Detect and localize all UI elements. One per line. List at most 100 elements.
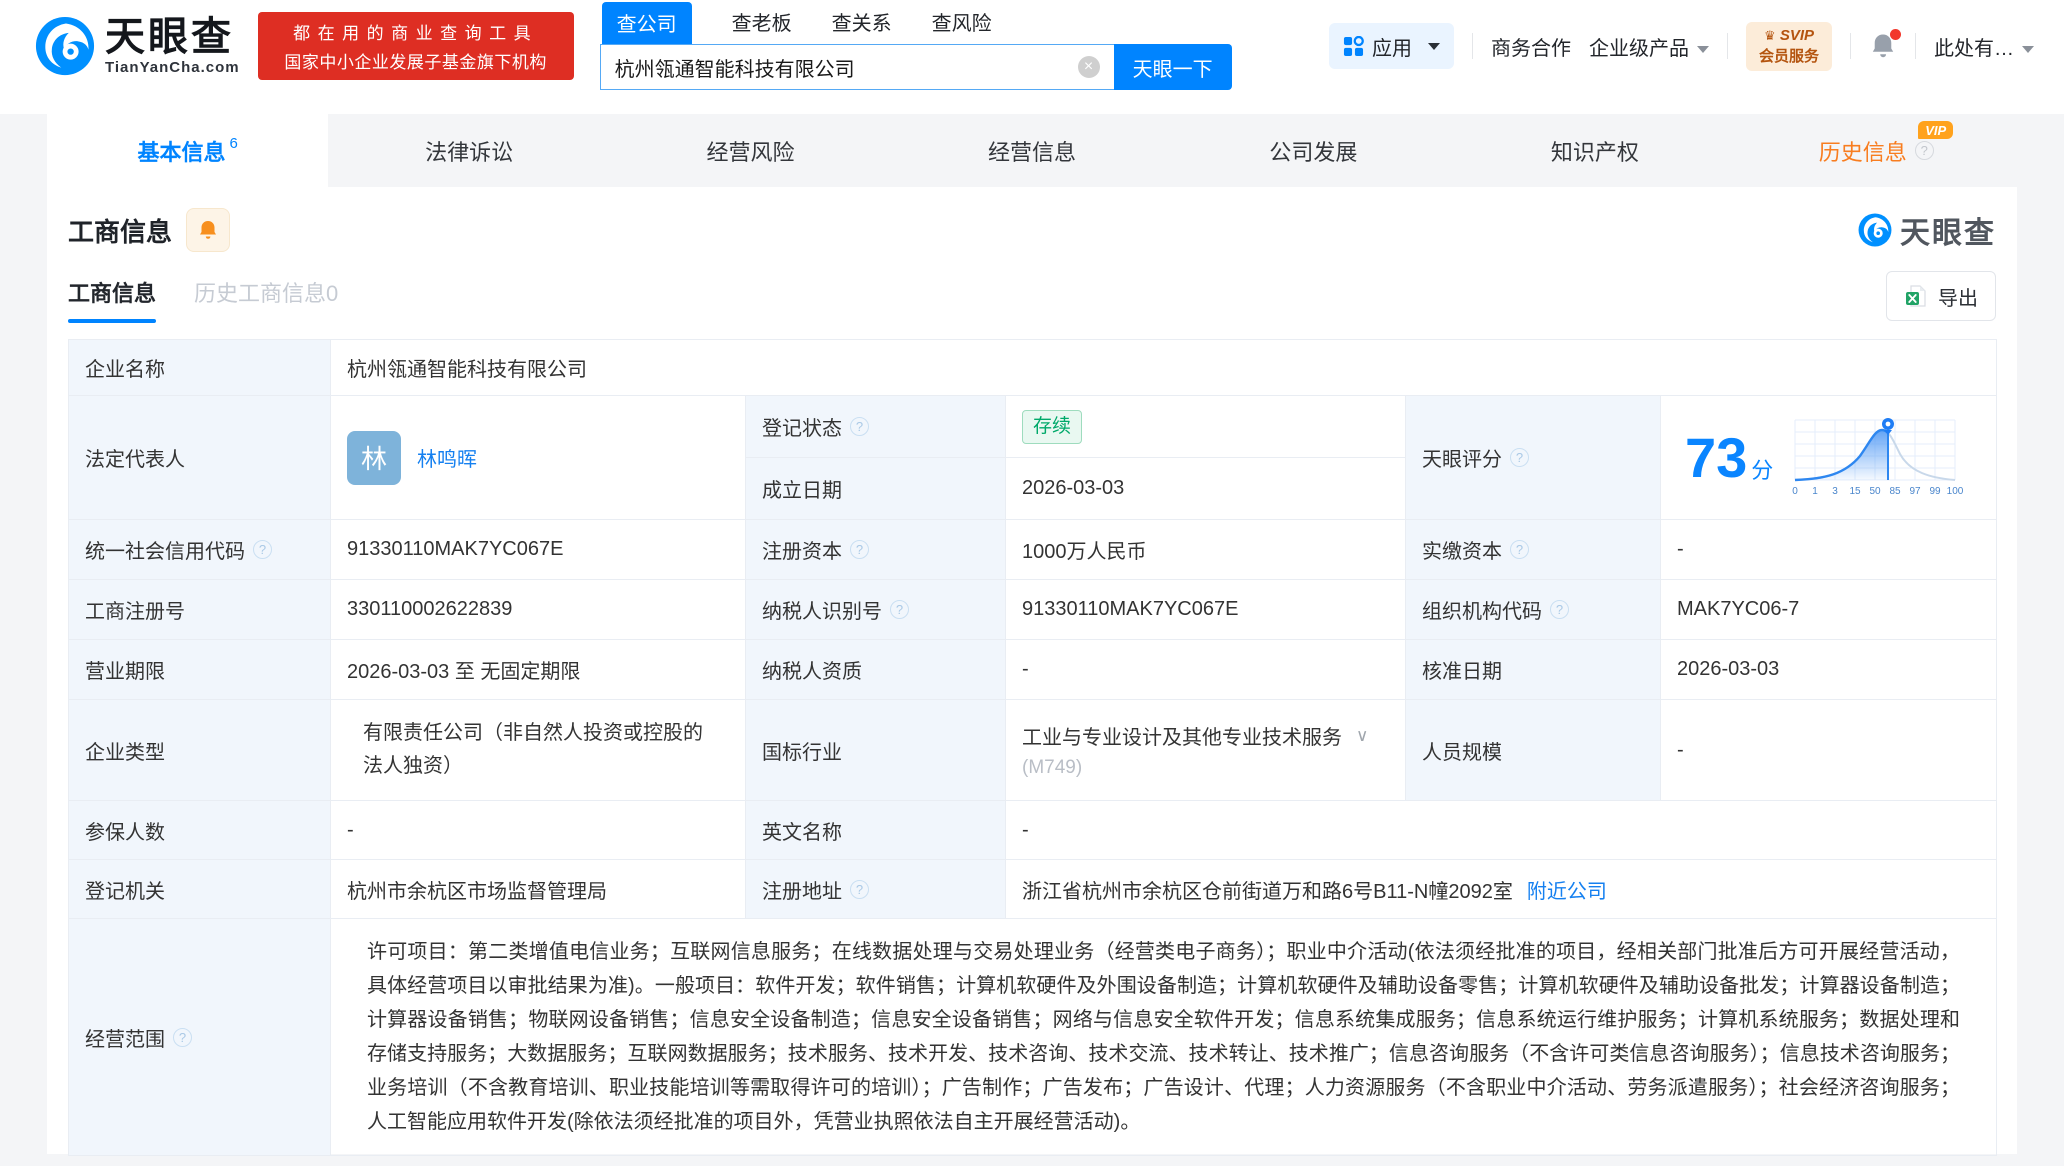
menu-enterprise-products[interactable]: 企业级产品 xyxy=(1589,32,1709,61)
watermark-text: 天眼查 xyxy=(1900,217,1996,250)
clear-icon[interactable] xyxy=(1077,56,1100,78)
search-input[interactable] xyxy=(599,44,1114,90)
help-icon[interactable] xyxy=(173,1027,192,1047)
promo-line-1: 都在用的商业查询工具 xyxy=(293,24,539,43)
legal-rep-avatar[interactable]: 林 xyxy=(347,430,401,485)
help-icon[interactable] xyxy=(850,879,869,899)
user-menu[interactable]: 此处有… xyxy=(1934,32,2034,61)
help-icon[interactable] xyxy=(253,540,272,559)
help-icon[interactable] xyxy=(890,600,909,619)
monitor-bell-button[interactable] xyxy=(186,208,231,252)
reg-address-value: 浙江省杭州市余杭区仓前街道万和路6号B11-N幢2092室 附近公司 xyxy=(1006,860,1997,919)
tab-operating-info[interactable]: 经营信息 xyxy=(891,114,1172,187)
reg-capital-value: 1000万人民币 xyxy=(1006,520,1406,580)
tab-company-development[interactable]: 公司发展 xyxy=(1173,114,1454,187)
search-tab-risk[interactable]: 查风险 xyxy=(932,7,992,44)
apps-grid-icon xyxy=(1343,35,1364,56)
business-info-card: 工商信息 天眼查 工商信息 历史工商信息0 导出 企业名称 杭州瓴通智能科技有限… xyxy=(47,187,2017,1156)
legal-rep-label: 法定代表人 xyxy=(69,396,331,520)
help-icon[interactable] xyxy=(1914,141,1934,160)
table-row: 统一社会信用代码 91330110MAK7YC067E 注册资本 1000万人民… xyxy=(69,520,1997,580)
company-name-value: 杭州瓴通智能科技有限公司 xyxy=(331,340,1997,396)
taxpayer-id-value: 91330110MAK7YC067E xyxy=(1006,580,1406,640)
table-row: 经营范围 许可项目：第二类增值电信业务；互联网信息服务；在线数据处理与交易处理业… xyxy=(69,919,1997,1156)
notifications-bell[interactable] xyxy=(1869,29,1901,60)
company-nav-tabs: 基本信息 6 法律诉讼 经营风险 经营信息 公司发展 知识产权 VIP 历史信息 xyxy=(0,114,2064,187)
tab-operating-risk[interactable]: 经营风险 xyxy=(610,114,891,187)
approval-date-label: 核准日期 xyxy=(1406,640,1661,700)
taxpayer-quality-value: - xyxy=(1006,640,1406,700)
industry-label: 国标行业 xyxy=(746,700,1006,801)
help-icon[interactable] xyxy=(850,540,869,559)
legal-rep-link[interactable]: 林鸣晖 xyxy=(417,443,477,472)
svg-text:3: 3 xyxy=(1833,486,1839,497)
apps-button[interactable]: 应用 xyxy=(1328,23,1454,69)
excel-icon xyxy=(1906,285,1926,307)
business-term-value: 2026-03-03 至 无固定期限 xyxy=(331,640,746,700)
search-button[interactable]: 天眼一下 xyxy=(1113,44,1232,90)
table-row: 登记机关 杭州市余杭区市场监督管理局 注册地址 浙江省杭州市余杭区仓前街道万和路… xyxy=(69,860,1997,919)
bell-icon xyxy=(200,221,217,239)
establish-date-value: 2026-03-03 xyxy=(1006,458,1406,520)
svip-badge[interactable]: ♛ SVIP 会员服务 xyxy=(1745,21,1832,71)
search-tabs: 查公司 查老板 查关系 查风险 xyxy=(600,2,1232,44)
score-label: 天眼评分 xyxy=(1406,396,1661,520)
tab-count: 6 xyxy=(229,135,238,152)
search-tab-company[interactable]: 查公司 xyxy=(601,2,692,44)
tab-intellectual-property[interactable]: 知识产权 xyxy=(1454,114,1735,187)
help-icon[interactable] xyxy=(1550,600,1569,619)
vip-badge: VIP xyxy=(1918,121,1954,139)
taxpayer-quality-label: 纳税人资质 xyxy=(746,640,1006,700)
menu-business-cooperation[interactable]: 商务合作 xyxy=(1491,32,1571,61)
divider xyxy=(1726,33,1728,59)
taxpayer-id-label: 纳税人识别号 xyxy=(746,580,1006,640)
score-distribution-chart: 0 1 3 15 50 85 97 99 100 xyxy=(1793,417,1964,497)
chevron-down-icon xyxy=(2022,45,2034,53)
tianyancha-logo-icon xyxy=(1858,213,1892,247)
english-name-label: 英文名称 xyxy=(746,801,1006,860)
svg-text:1: 1 xyxy=(1813,486,1819,497)
legal-rep-value: 林 林鸣晖 xyxy=(331,396,746,520)
paid-capital-label: 实缴资本 xyxy=(1406,520,1661,580)
top-header: 天眼查 TianYanCha.com 都在用的商业查询工具 国家中小企业发展子基… xyxy=(0,0,2064,114)
score-value: 73 分 0 1 3 15 50 85 97 99 100 xyxy=(1661,396,1997,520)
subtab-history-business-info[interactable]: 历史工商信息0 xyxy=(194,276,338,323)
company-name-label: 企业名称 xyxy=(69,340,331,396)
company-type-value: 有限责任公司（非自然人投资或控股的法人独资） xyxy=(331,700,746,801)
help-icon[interactable] xyxy=(850,417,869,436)
help-icon[interactable] xyxy=(1510,448,1529,467)
status-date-block: 登记状态 存续 成立日期 2026-03-03 xyxy=(746,396,1406,520)
nearby-companies-link[interactable]: 附近公司 xyxy=(1527,875,1607,904)
reg-number-value: 330110002622839 xyxy=(331,580,746,640)
svg-text:50: 50 xyxy=(1870,486,1882,497)
crown-icon: ♛ xyxy=(1763,27,1776,43)
uscc-label: 统一社会信用代码 xyxy=(69,520,331,580)
help-icon[interactable] xyxy=(1510,540,1529,559)
tab-history-info[interactable]: VIP 历史信息 xyxy=(1736,114,2017,187)
paid-capital-value: - xyxy=(1661,520,1997,580)
reg-authority-value: 杭州市余杭区市场监督管理局 xyxy=(331,860,746,919)
reg-authority-label: 登记机关 xyxy=(69,860,331,919)
insured-count-label: 参保人数 xyxy=(69,801,331,860)
industry-code: (M749) xyxy=(1022,757,1083,778)
svg-text:0: 0 xyxy=(1793,486,1799,497)
subtab-business-info[interactable]: 工商信息 xyxy=(68,276,157,323)
tianyancha-logo[interactable]: 天眼查 TianYanCha.com xyxy=(35,16,240,76)
header-right: 应用 商务合作 企业级产品 ♛ SVIP 会员服务 此处有… xyxy=(1328,21,2034,71)
tab-legal-litigation[interactable]: 法律诉讼 xyxy=(328,114,609,187)
brand-name: 天眼查 xyxy=(105,14,234,59)
search-tab-boss[interactable]: 查老板 xyxy=(732,7,792,44)
table-row: 法定代表人 林 林鸣晖 登记状态 存续 成立日期 2026-03-03 天眼评分… xyxy=(69,396,1997,520)
apps-label: 应用 xyxy=(1371,37,1412,60)
divider xyxy=(1471,33,1473,59)
establish-date-label: 成立日期 xyxy=(746,458,1006,520)
export-button[interactable]: 导出 xyxy=(1886,271,1996,321)
reg-address-label: 注册地址 xyxy=(746,860,1006,919)
org-code-value: MAK7YC06-7 xyxy=(1661,580,1997,640)
business-info-table: 企业名称 杭州瓴通智能科技有限公司 法定代表人 林 林鸣晖 登记状态 存续 成立… xyxy=(68,339,1997,1156)
search-area: 查公司 查老板 查关系 查风险 天眼一下 xyxy=(599,2,1232,90)
tab-basic-info[interactable]: 基本信息 6 xyxy=(47,114,329,187)
chevron-down-icon xyxy=(1696,45,1709,53)
chevron-down-icon[interactable] xyxy=(1356,726,1368,746)
search-tab-relation[interactable]: 查关系 xyxy=(832,7,892,44)
